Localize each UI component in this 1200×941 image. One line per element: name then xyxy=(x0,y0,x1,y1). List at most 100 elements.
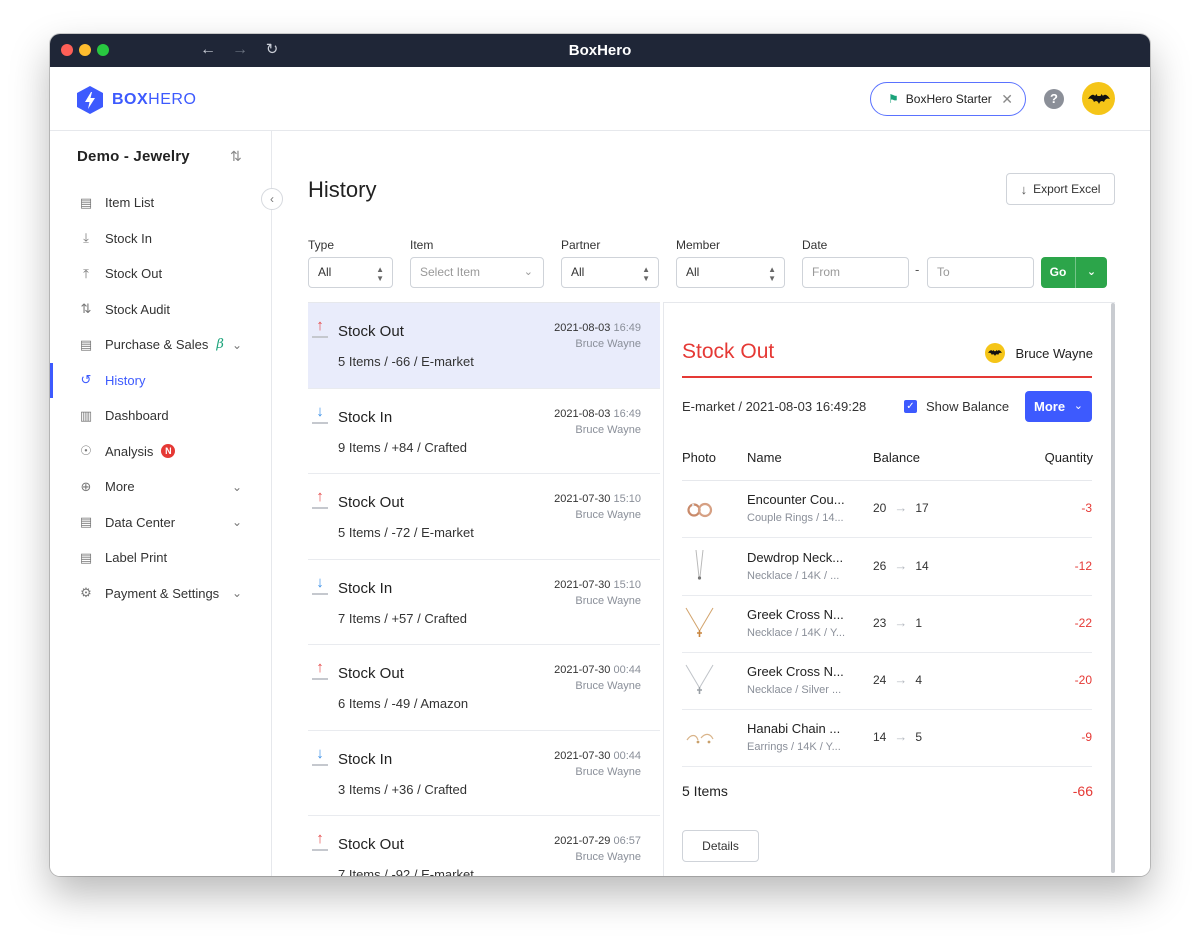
table-row[interactable]: Dewdrop Neck... Necklace / 14K / ... 26 →… xyxy=(682,539,1092,596)
entry-summary: 9 Items / +84 / Crafted xyxy=(338,439,467,455)
partner-select[interactable]: All ▲ ▼ xyxy=(561,257,659,288)
item-select-placeholder: Select Item xyxy=(420,265,481,279)
date-to-input[interactable]: To xyxy=(927,257,1034,288)
show-balance-checkbox[interactable]: ✓ xyxy=(904,400,917,413)
sidebar-item-stock-in[interactable]: ⤓ Stock In xyxy=(50,221,271,257)
date-filter-label: Date xyxy=(802,238,828,252)
export-excel-button[interactable]: ↓ Export Excel xyxy=(1006,173,1115,205)
new-badge: N xyxy=(161,444,176,459)
sidebar-item-label-print[interactable]: ▤ Label Print xyxy=(50,540,271,576)
plan-chip-label: BoxHero Starter xyxy=(905,92,992,106)
details-button[interactable]: Details xyxy=(682,830,759,862)
sidebar-item-item-list[interactable]: ▤ Item List xyxy=(50,185,271,221)
item-balance: 20 → 17 xyxy=(873,500,929,515)
item-attributes: Necklace / 14K / ... xyxy=(747,570,840,582)
type-select[interactable]: All ▲ ▼ xyxy=(308,257,393,288)
sidebar-item-history[interactable]: ↺ History xyxy=(50,362,271,399)
item-name: Greek Cross N... xyxy=(747,664,844,679)
table-row[interactable]: Encounter Cou... Couple Rings / 14... 20… xyxy=(682,481,1092,538)
app-header: BOXHERO ⚑ BoxHero Starter ✕ ? xyxy=(50,67,1150,131)
chevron-down-icon[interactable]: ⌄ xyxy=(232,515,242,529)
boxhero-logo[interactable]: BOXHERO xyxy=(76,85,196,115)
detail-scrollbar[interactable] xyxy=(1111,303,1115,873)
chevron-down-icon[interactable]: ⌄ xyxy=(1076,257,1107,288)
history-entry[interactable]: ↓ Stock In 3 Items / +36 / Crafted 2021-… xyxy=(308,731,660,816)
box-icon: ▤ xyxy=(79,194,93,210)
cross-necklace-silver-photo xyxy=(685,664,714,694)
more-button[interactable]: More ⌄ xyxy=(1025,391,1092,422)
history-entry[interactable]: ↑ Stock Out 5 Items / -72 / E-market 202… xyxy=(308,474,660,560)
chevron-down-icon[interactable]: ⌄ xyxy=(232,338,242,352)
entry-datetime: 2021-07-30 00:44 xyxy=(554,664,641,676)
history-entry[interactable]: ↓ Stock In 9 Items / +84 / Crafted 2021-… xyxy=(308,389,660,474)
entry-datetime: 2021-07-30 15:10 xyxy=(554,578,641,591)
logo-wordmark: BOXHERO xyxy=(112,91,197,108)
item-select[interactable]: Select Item ⌄ xyxy=(410,257,544,288)
item-attributes: Necklace / 14K / Y... xyxy=(747,627,846,639)
member-select[interactable]: All ▲ ▼ xyxy=(676,257,785,288)
bat-logo-icon xyxy=(988,349,1003,357)
sidebar-item-label: History xyxy=(105,372,146,388)
history-entry[interactable]: ↑ Stock Out 5 Items / -66 / E-market 202… xyxy=(308,303,660,389)
chevron-down-icon[interactable]: ⌄ xyxy=(232,586,242,600)
company-name[interactable]: Demo - Jewelry xyxy=(77,148,190,165)
app-window: ← → ↻ BoxHero BOXHERO ⚑ BoxHero Starter … xyxy=(50,34,1150,876)
type-select-value: All xyxy=(318,265,332,279)
entry-datetime: 2021-07-30 15:10 xyxy=(554,493,641,505)
table-row[interactable]: Hanabi Chain ... Earrings / 14K / Y... 1… xyxy=(682,710,1092,767)
table-row[interactable]: Greek Cross N... Necklace / Silver ... 2… xyxy=(682,653,1092,710)
entry-datetime: 2021-08-03 16:49 xyxy=(554,407,641,420)
sidebar-item-label: Stock Out xyxy=(105,266,163,282)
sidebar-item-purchase-sales[interactable]: ▤ Purchase & Sales β ⌄ xyxy=(50,327,271,363)
table-row[interactable]: Greek Cross N... Necklace / 14K / Y... 2… xyxy=(682,596,1092,653)
sidebar-item-data-center[interactable]: ▤ Data Center ⌄ xyxy=(50,505,271,541)
sidebar-item-stock-audit[interactable]: ⇅ Stock Audit xyxy=(50,292,271,328)
swap-icon: ⇅ xyxy=(80,301,92,317)
chevron-down-icon[interactable]: ⌄ xyxy=(232,480,242,494)
plan-chip[interactable]: ⚑ BoxHero Starter ✕ xyxy=(870,82,1026,116)
stock-out-icon: ↑ xyxy=(312,318,328,341)
cross-necklace-gold-photo xyxy=(685,607,714,637)
history-list: ↑ Stock Out 5 Items / -66 / E-market 202… xyxy=(308,302,660,876)
stock-in-icon: ↓ xyxy=(312,574,328,598)
item-name: Dewdrop Neck... xyxy=(747,550,844,565)
show-balance-label[interactable]: Show Balance xyxy=(926,399,1009,414)
date-range-separator: - xyxy=(915,262,920,277)
more-button-label: More xyxy=(1034,399,1066,414)
sidebar-item-more[interactable]: ⊕ More ⌄ xyxy=(50,469,271,505)
item-attributes: Couple Rings / 14... xyxy=(747,512,844,524)
history-entry[interactable]: ↑ Stock Out 7 Items / -92 / E-market 202… xyxy=(308,816,660,876)
detail-meta: E-market / 2021-08-03 16:49:28 xyxy=(682,399,867,414)
sidebar-item-payment-settings[interactable]: ⚙ Payment & Settings ⌄ xyxy=(50,576,271,612)
close-icon[interactable]: ✕ xyxy=(1001,91,1013,108)
arrow-right-icon: → xyxy=(894,729,908,744)
go-button[interactable]: Go ⌄ xyxy=(1041,257,1107,288)
entry-summary: 7 Items / +57 / Crafted xyxy=(338,610,467,626)
entry-type: Stock In xyxy=(338,408,393,426)
arrow-down-icon: ⤓ xyxy=(83,230,89,246)
total-quantity: -66 xyxy=(1072,783,1093,799)
entry-type: Stock Out xyxy=(338,836,404,853)
history-entry[interactable]: ↓ Stock In 7 Items / +57 / Crafted 2021-… xyxy=(308,560,660,645)
item-quantity: -22 xyxy=(1074,616,1092,630)
entry-type: Stock Out xyxy=(338,494,404,511)
stock-out-icon: ↑ xyxy=(312,831,328,854)
item-filter-label: Item xyxy=(410,238,434,252)
help-icon[interactable]: ? xyxy=(1044,89,1064,109)
sidebar-item-analysis[interactable]: ☉ Analysis N xyxy=(50,434,271,470)
sidebar-item-dashboard[interactable]: ▥ Dashboard xyxy=(50,398,271,434)
history-entry[interactable]: ↑ Stock Out 6 Items / -49 / Amazon 2021-… xyxy=(308,645,660,731)
bat-logo-icon xyxy=(1087,93,1110,104)
item-balance: 26 → 14 xyxy=(873,558,929,573)
transaction-detail: Stock Out Bruce Wayne E-market / 2021-08… xyxy=(663,302,1115,876)
user-avatar[interactable] xyxy=(1082,82,1115,115)
switch-company-icon[interactable]: ⇅ xyxy=(230,148,242,165)
entry-type: Stock In xyxy=(338,579,393,597)
collapse-sidebar-button[interactable]: ‹ xyxy=(261,188,283,210)
entry-datetime: 2021-08-03 16:49 xyxy=(554,322,641,334)
item-name: Greek Cross N... xyxy=(747,607,844,622)
updown-icon: ▲ ▼ xyxy=(768,265,776,283)
entry-summary: 7 Items / -92 / E-market xyxy=(338,867,474,876)
date-from-input[interactable]: From xyxy=(802,257,909,288)
sidebar-item-stock-out[interactable]: ⤒ Stock Out xyxy=(50,256,271,292)
